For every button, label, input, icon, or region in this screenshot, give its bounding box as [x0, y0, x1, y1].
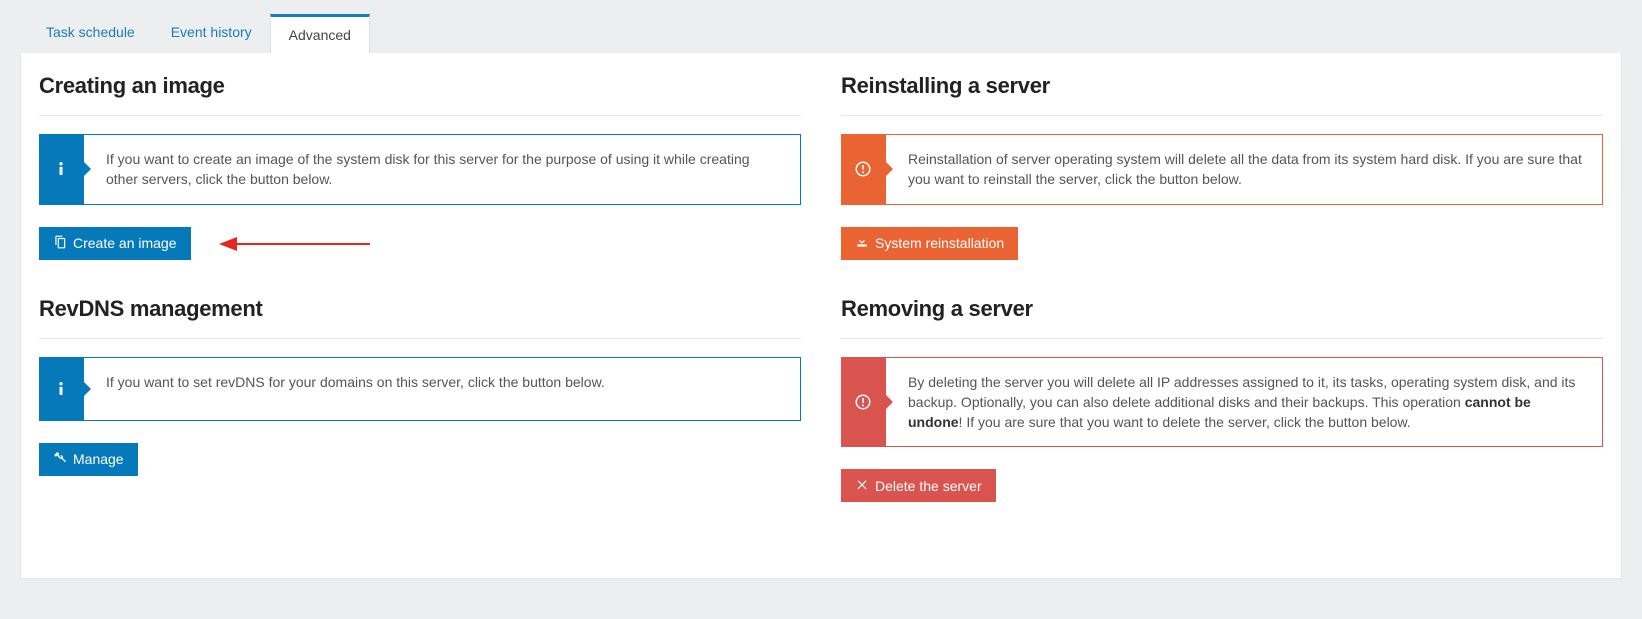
button-label: Delete the server [875, 478, 982, 494]
alert-text: If you want to create an image of the sy… [83, 134, 801, 205]
alert-remove: By deleting the server you will delete a… [841, 357, 1603, 448]
section-remove: Removing a server By deleting the server… [841, 296, 1603, 503]
info-icon [39, 357, 83, 421]
create-image-button[interactable]: Create an image [39, 227, 191, 260]
divider [39, 115, 801, 116]
tab-task-schedule[interactable]: Task schedule [28, 14, 153, 53]
info-icon [39, 134, 83, 205]
section-title-reinstall: Reinstalling a server [841, 73, 1603, 99]
danger-text-post: ! If you are sure that you want to delet… [959, 414, 1411, 430]
button-label: System reinstallation [875, 235, 1004, 251]
close-icon [855, 477, 869, 494]
delete-server-button[interactable]: Delete the server [841, 469, 996, 502]
section-creating-image: Creating an image If you want to create … [39, 73, 801, 260]
section-title-revdns: RevDNS management [39, 296, 801, 322]
copy-icon [53, 235, 67, 252]
section-title-remove: Removing a server [841, 296, 1603, 322]
section-title-creating-image: Creating an image [39, 73, 801, 99]
tab-event-history[interactable]: Event history [153, 14, 270, 53]
tools-icon [53, 451, 67, 468]
alert-text: Reinstallation of server operating syste… [885, 134, 1603, 205]
advanced-panel: Creating an image If you want to create … [20, 53, 1622, 579]
alert-reinstall: Reinstallation of server operating syste… [841, 134, 1603, 205]
alert-text: By deleting the server you will delete a… [885, 357, 1603, 448]
tab-advanced[interactable]: Advanced [270, 14, 370, 53]
left-column: Creating an image If you want to create … [39, 73, 801, 538]
warning-icon [841, 134, 885, 205]
alert-text: If you want to set revDNS for your domai… [83, 357, 801, 421]
button-label: Manage [73, 451, 124, 467]
alert-creating-image: If you want to create an image of the sy… [39, 134, 801, 205]
alert-revdns: If you want to set revDNS for your domai… [39, 357, 801, 421]
section-reinstall: Reinstalling a server Reinstallation of … [841, 73, 1603, 260]
manage-revdns-button[interactable]: Manage [39, 443, 138, 476]
system-reinstallation-button[interactable]: System reinstallation [841, 227, 1018, 260]
tab-bar: Task schedule Event history Advanced [20, 0, 1622, 53]
section-revdns: RevDNS management If you want to set rev… [39, 296, 801, 476]
divider [841, 115, 1603, 116]
button-label: Create an image [73, 235, 177, 251]
right-column: Reinstalling a server Reinstallation of … [841, 73, 1603, 538]
divider [841, 338, 1603, 339]
download-icon [855, 235, 869, 252]
danger-icon [841, 357, 885, 448]
divider [39, 338, 801, 339]
